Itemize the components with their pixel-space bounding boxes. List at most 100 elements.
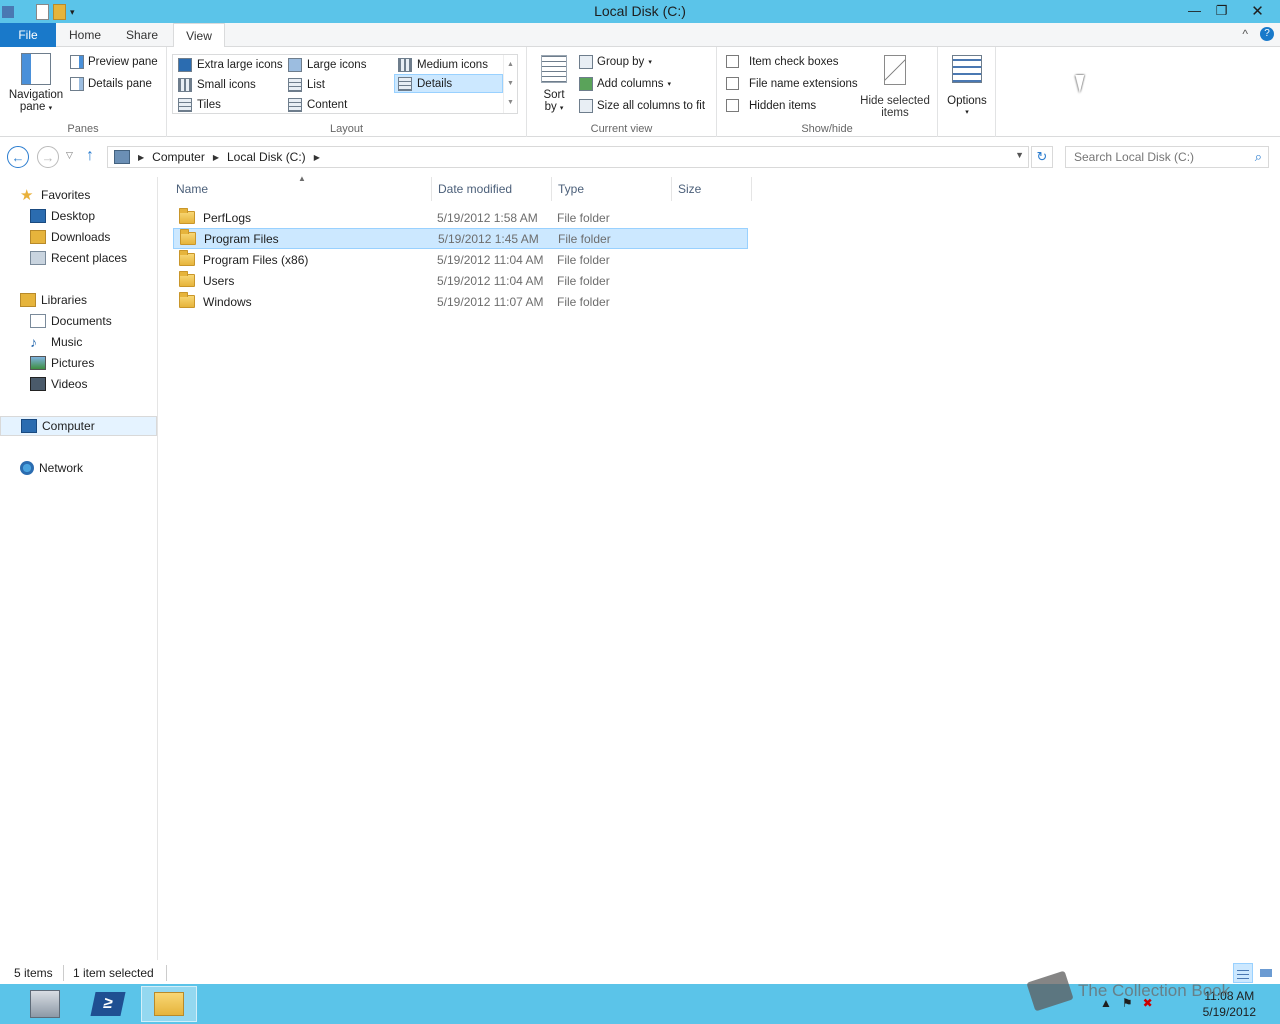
- nav-desktop[interactable]: Desktop: [0, 206, 157, 226]
- add-columns-button[interactable]: Add columns ▾: [579, 77, 671, 91]
- file-row-selected[interactable]: Program Files 5/19/2012 1:45 AM File fol…: [173, 228, 748, 249]
- large-icons-view-button[interactable]: [1256, 963, 1276, 983]
- layout-gallery-scroll[interactable]: ▲ ▼ ▼: [503, 55, 517, 113]
- file-name-extensions-checkbox[interactable]: [726, 77, 739, 90]
- details-pane-button[interactable]: Details pane: [70, 77, 152, 91]
- up-button[interactable]: ↑: [86, 147, 94, 165]
- layout-tiles[interactable]: Tiles: [175, 95, 221, 114]
- file-name: Windows: [203, 294, 252, 309]
- folder-icon: [179, 250, 195, 266]
- search-icon[interactable]: ⌕: [1255, 149, 1262, 165]
- forward-button[interactable]: →: [37, 146, 59, 168]
- nav-music[interactable]: ♪ Music: [0, 332, 157, 352]
- options-button[interactable]: Options ▾: [944, 55, 990, 119]
- layout-list[interactable]: List: [285, 75, 325, 94]
- layout-details[interactable]: Details: [394, 74, 503, 93]
- nav-documents[interactable]: Documents: [0, 311, 157, 331]
- show-hide-group-label: Show/hide: [801, 123, 853, 135]
- taskbar-file-explorer[interactable]: [141, 986, 197, 1022]
- computer-icon: [21, 419, 37, 433]
- column-header-type[interactable]: Type: [552, 177, 672, 201]
- panes-group-label: Panes: [67, 123, 99, 135]
- recent-locations-dropdown-icon[interactable]: ▽: [66, 150, 73, 161]
- taskbar-powershell[interactable]: ≥: [80, 986, 136, 1022]
- tab-home[interactable]: Home: [60, 23, 110, 47]
- options-group: Options ▾: [938, 47, 996, 137]
- folder-icon: [179, 208, 195, 224]
- file-row[interactable]: Program Files (x86) 5/19/2012 11:04 AM F…: [173, 249, 748, 270]
- hidden-items-checkbox[interactable]: [726, 99, 739, 112]
- nav-libraries[interactable]: Libraries: [0, 290, 157, 310]
- address-history-dropdown-icon[interactable]: ▼: [1015, 150, 1024, 160]
- computer-icon: [114, 150, 130, 164]
- hide-selected-items-button[interactable]: Hide selected items: [857, 55, 933, 119]
- music-icon: ♪: [30, 334, 37, 350]
- nav-videos[interactable]: Videos: [0, 374, 157, 394]
- tab-share[interactable]: Share: [114, 23, 170, 47]
- file-list: ▲ Name Date modified Type Size PerfLogs …: [160, 174, 1280, 960]
- group-by-button[interactable]: Group by ▾: [579, 55, 652, 69]
- downloads-icon: [30, 230, 46, 244]
- item-check-boxes-toggle[interactable]: Item check boxes: [726, 55, 838, 68]
- maximize-button[interactable]: ❐: [1208, 0, 1235, 21]
- breadcrumb-separator-icon[interactable]: ▶: [213, 153, 219, 162]
- navigation-pane-button[interactable]: Navigation pane ▾: [6, 53, 66, 115]
- breadcrumb-local-disk[interactable]: Local Disk (C:): [227, 150, 306, 164]
- refresh-icon: ↻: [1036, 149, 1048, 164]
- breadcrumb-computer[interactable]: Computer: [152, 150, 205, 164]
- nav-computer[interactable]: Computer: [0, 416, 157, 436]
- layout-large-icons[interactable]: Large icons: [285, 55, 366, 74]
- taskbar-server-manager[interactable]: [17, 986, 73, 1022]
- nav-pictures[interactable]: Pictures: [0, 353, 157, 373]
- scroll-up-icon[interactable]: ▲: [504, 55, 517, 74]
- file-name-extensions-toggle[interactable]: File name extensions: [726, 77, 858, 90]
- file-date-modified: 5/19/2012 11:04 AM: [437, 273, 544, 288]
- minimize-button[interactable]: —: [1181, 0, 1208, 21]
- layout-small-icons[interactable]: Small icons: [175, 75, 256, 94]
- navigation-pane-icon: [21, 53, 51, 85]
- content-icon: [288, 97, 302, 112]
- search-input[interactable]: [1066, 147, 1241, 167]
- expand-gallery-icon[interactable]: ▼: [504, 93, 517, 112]
- videos-icon: [30, 377, 46, 391]
- preview-pane-button[interactable]: Preview pane: [70, 55, 158, 69]
- refresh-button[interactable]: ↻: [1031, 146, 1053, 168]
- column-header-date-modified[interactable]: Date modified: [432, 177, 552, 201]
- layout-content[interactable]: Content: [285, 95, 347, 114]
- item-check-boxes-checkbox[interactable]: [726, 55, 739, 68]
- breadcrumb-separator-icon[interactable]: ▶: [138, 153, 144, 162]
- close-button[interactable]: ✕: [1235, 0, 1280, 21]
- file-row[interactable]: Windows 5/19/2012 11:07 AM File folder: [173, 291, 748, 312]
- scroll-down-icon[interactable]: ▼: [504, 74, 517, 93]
- tab-file[interactable]: File: [0, 23, 56, 47]
- status-divider: [166, 965, 167, 981]
- column-header-name[interactable]: Name: [170, 177, 432, 201]
- layout-medium-icons[interactable]: Medium icons: [395, 55, 488, 74]
- file-row[interactable]: Users 5/19/2012 11:04 AM File folder: [173, 270, 748, 291]
- pictures-icon: [30, 356, 46, 370]
- nav-favorites[interactable]: ★ Favorites: [0, 185, 157, 205]
- search-box[interactable]: ⌕: [1065, 146, 1269, 168]
- nav-recent-places[interactable]: Recent places: [0, 248, 157, 268]
- size-all-columns-button[interactable]: Size all columns to fit: [579, 99, 705, 113]
- tab-view[interactable]: View: [173, 23, 225, 48]
- back-button[interactable]: ←: [7, 146, 29, 168]
- layout-extra-large-icons[interactable]: Extra large icons: [175, 55, 283, 74]
- column-header-size[interactable]: Size: [672, 177, 752, 201]
- details-icon: [398, 76, 412, 91]
- address-bar[interactable]: ▶ Computer ▶ Local Disk (C:) ▶ ▼: [107, 146, 1029, 168]
- breadcrumb-separator-icon[interactable]: ▶: [314, 153, 320, 162]
- nav-downloads[interactable]: Downloads: [0, 227, 157, 247]
- medium-icons-icon: [398, 57, 412, 72]
- details-view-button[interactable]: [1233, 963, 1253, 983]
- minimize-ribbon-icon[interactable]: ^: [1242, 27, 1248, 41]
- help-icon[interactable]: ?: [1260, 27, 1274, 41]
- hidden-items-toggle[interactable]: Hidden items: [726, 99, 816, 112]
- sort-by-button[interactable]: Sort by ▾: [537, 55, 571, 115]
- file-row[interactable]: PerfLogs 5/19/2012 1:58 AM File folder: [173, 207, 748, 228]
- group-by-icon: [579, 55, 593, 69]
- chevron-down-icon: ▾: [559, 105, 564, 112]
- status-divider: [63, 965, 64, 981]
- arrow-right-icon: →: [41, 149, 55, 165]
- nav-network[interactable]: Network: [0, 458, 157, 478]
